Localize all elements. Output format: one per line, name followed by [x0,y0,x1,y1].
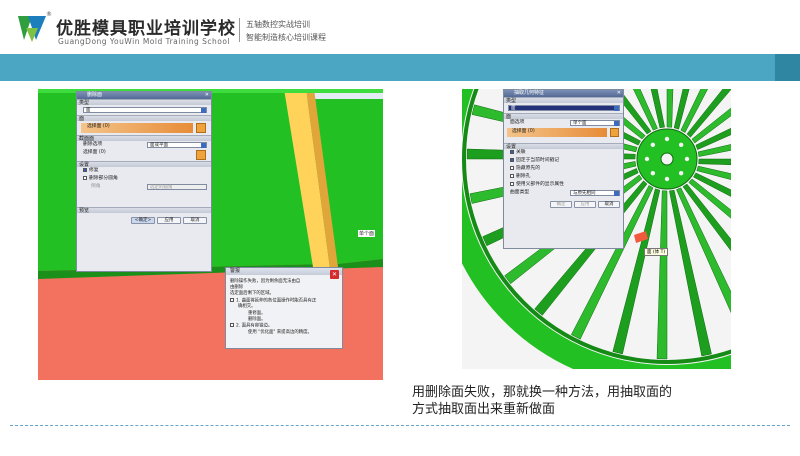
single-face-tag: 单个面 [358,230,376,237]
parent-display-label: 使用父部件的显示属性 [516,182,564,187]
expand-icon[interactable] [230,322,234,327]
type-select[interactable]: 面 [508,105,620,111]
cut-select-label: 选择面 (0) [83,150,106,155]
alert-line: 使用 "优化面" 来提高边的精度。 [248,329,312,335]
select-face-icon[interactable] [196,123,206,133]
dialog-titlebar: 删除面 ✕ [77,92,211,99]
dialog-title: 删除面 [87,92,103,98]
associative-checkbox[interactable] [510,149,514,154]
title-bar-accent [775,54,800,81]
footer-divider [10,425,790,426]
delete-face-dialog: 删除面 ✕ 类型 面 面 选择面 (0) 截面面 删除选项 面或平面 选择面 (… [76,91,212,272]
right-screenshot: 面 (体 T) 抽取几何特征 ✕ 类型 面 面 面选项 单个面 选择面 (0) [462,89,731,369]
hub-bolt-hole [650,142,656,148]
error-icon: ✕ [330,270,339,279]
alert-dialog: 警报 ✕ 删除操作失败，因为剩余面无法由自 由删除 选定面后剩下的区域。 1. … [225,267,343,349]
cut-option-select[interactable]: 面或平面 [147,142,207,148]
parent-display-checkbox[interactable] [510,181,514,186]
chevron-down-icon [614,106,619,111]
alert-text: 1. 曲面将延伸的各位面操作时能否具有正 [236,298,317,304]
slide-caption: 用删除面失败，那就换一种方法，用抽取面的 方式抽取面出来重新做面 [412,384,672,418]
type-select[interactable]: 面 [83,107,207,113]
caption-line-2: 方式抽取面出来重新做面 [412,402,556,417]
face-option-select[interactable]: 单个面 [570,120,620,126]
hub-bolt-hole [650,170,656,176]
hub-bolt-hole [678,170,684,176]
alert-title: 警报 [230,268,241,274]
face-option-label: 面选项 [510,120,525,125]
face-tooltip: 面 (体 T) [644,248,669,256]
extract-geometry-dialog: 抽取几何特征 ✕ 类型 面 面 面选项 单个面 选择面 (0) 设置 关联 固定… [503,89,624,249]
hide-original-label: 隐藏原先的 [516,166,540,171]
repair-label: 修复 [89,168,99,173]
chamfer-value: 选定的圆角 [150,185,173,190]
fix-timestamp-checkbox[interactable] [510,157,514,162]
slogan-line-2: 智能制造核心培训课程 [246,33,326,42]
hub-bolt-hole [664,176,670,182]
delete-holes-label: 删除孔 [516,174,531,179]
chevron-down-icon [614,191,619,196]
brand-subtitle: GuangDong YouWin Mold Training School [58,37,231,46]
type-select-value: 面 [511,106,516,111]
select-face-icon[interactable] [610,128,619,137]
fix-timestamp-label: 固定于当前时间戳记 [516,158,560,163]
chevron-down-icon [614,121,619,126]
chamfer-label: 倒角 [91,184,101,189]
alert-text: 2. 面具有容错边。 [236,323,273,329]
chevron-down-icon [201,108,206,113]
cut-option-value: 面或平面 [150,143,168,148]
ok-button[interactable]: 确定 [550,201,572,208]
face-option-value: 单个面 [573,121,587,126]
repair-checkbox[interactable] [83,167,87,172]
apply-button[interactable]: 应用 [574,201,596,208]
chevron-down-icon [201,143,206,148]
close-icon[interactable]: ✕ [205,92,209,99]
expand-icon[interactable] [230,297,234,302]
left-screenshot: 单个面 删除面 ✕ 类型 面 面 选择面 (0) 截面面 删除选项 面或平面 选… [38,89,383,380]
hub-bolt-hole [664,136,670,142]
cancel-button[interactable]: 取消 [183,217,207,224]
close-icon[interactable]: ✕ [617,90,621,97]
hide-original-checkbox[interactable] [510,165,514,170]
title-bar [0,54,800,81]
school-logo-icon [18,16,46,42]
surface-type-value: 与原先相同 [573,191,596,196]
alert-line: 2. 面具有容错边。 [230,322,316,330]
page-header: ® 优胜模具职业培训学校 GuangDong YouWin Mold Train… [0,0,800,54]
slogan-line-1: 五轴数控实战培训 [246,20,310,29]
hub-bolt-hole [678,142,684,148]
partial-round-checkbox[interactable] [83,175,87,180]
face-select-label: 选择面 (0) [87,124,110,129]
dialog-titlebar: 抽取几何特征 ✕ [504,90,623,97]
apply-button[interactable]: 应用 [157,217,181,224]
face-select-label: 选择面 (0) [512,129,535,134]
hub-bolt-hole [644,156,650,162]
brand-title: 优胜模具职业培训学校 [56,19,236,39]
caption-line-1: 用删除面失败，那就换一种方法，用抽取面的 [412,385,673,400]
alert-message: 删除操作失败，因为剩余面无法由自 由删除 选定面后剩下的区域。 1. 曲面将延伸… [230,279,316,336]
dialog-title: 抽取几何特征 [514,90,545,96]
chamfer-select[interactable]: 选定的圆角 [147,184,207,190]
header-divider [239,18,240,42]
partial-round-label: 删除部分圆角 [89,176,118,181]
surface-type-label: 曲面类型 [510,190,530,195]
surface-type-select[interactable]: 与原先相同 [570,190,620,196]
delete-holes-checkbox[interactable] [510,173,514,178]
associative-label: 关联 [516,150,526,155]
wheel-blade [656,190,668,360]
type-select-value: 面 [86,108,91,113]
select-face-icon[interactable] [196,150,206,160]
cut-option-label: 删除选项 [83,142,103,147]
alert-titlebar: 警报 [226,268,342,275]
hub-bolt-hole [684,156,690,162]
ok-button[interactable]: <确定> [131,217,155,224]
cancel-button[interactable]: 取消 [598,201,620,208]
registered-mark: ® [46,11,52,18]
hub-center-hole [660,152,674,166]
